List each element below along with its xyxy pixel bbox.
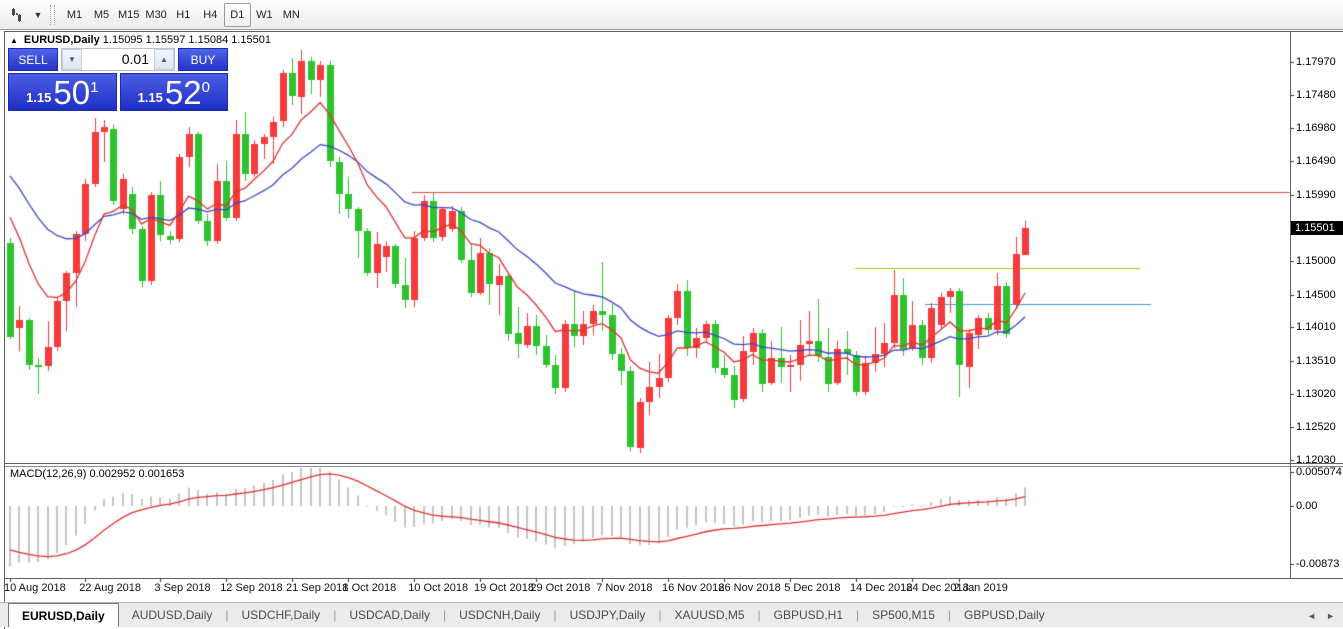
tab-scroll-left-icon[interactable]: ◄ <box>1307 611 1316 621</box>
date-axis-label: 19 Oct 2018 <box>474 582 534 594</box>
date-axis-label: 7 Nov 2018 <box>596 582 652 594</box>
buy-price-big: 52 <box>165 78 202 108</box>
price-axis-label: 1.15000 <box>1296 255 1336 267</box>
sell-price-sup: 1 <box>90 79 98 96</box>
volume-decrease-button[interactable]: ▼ <box>62 49 82 70</box>
price-axis-border <box>1290 31 1291 578</box>
price-axis-label: 1.16490 <box>1296 155 1336 167</box>
date-axis-border <box>5 578 1343 579</box>
sell-button[interactable]: SELL <box>8 48 58 71</box>
price-axis-label: 1.13020 <box>1296 388 1336 400</box>
date-axis-label: 29 Oct 2018 <box>530 582 590 594</box>
date-axis-label: 22 Aug 2018 <box>79 582 141 594</box>
macd-main-value: 0.002952 <box>89 468 135 480</box>
tab-scroll-right-icon[interactable]: ► <box>1326 611 1335 621</box>
collapse-triangle-icon[interactable]: ▲ <box>10 36 18 45</box>
macd-axis-label: -0.00873 <box>1296 558 1339 570</box>
date-axis-label: 5 Dec 2018 <box>784 582 840 594</box>
trading-app: ▼ M1M5M15M30H1H4D1W1MN ▲EURUSD,Daily 1.1… <box>0 0 1343 629</box>
chart-tab-gbpusd-h1[interactable]: GBPUSD,H1 <box>761 603 856 627</box>
volume-stepper: ▼ 0.01 ▲ <box>61 48 175 71</box>
price-axis-label: 1.14010 <box>1296 321 1336 333</box>
date-axis-label: 10 Oct 2018 <box>408 582 468 594</box>
chart-tab-audusd-daily[interactable]: AUDUSD,Daily <box>119 603 226 627</box>
chart-title: ▲ EURUSD,Daily 1.15095 1.15597 1.15084 1.… <box>10 34 271 46</box>
buy-button[interactable]: BUY <box>178 48 228 71</box>
macd-signal-value: 0.001653 <box>138 468 184 480</box>
main-macd-separator[interactable] <box>5 463 1343 464</box>
sell-price-big: 50 <box>53 78 90 108</box>
date-axis-label: 16 Nov 2018 <box>662 582 724 594</box>
chart-tab-gbpusd-daily[interactable]: GBPUSD,Daily <box>951 603 1058 627</box>
price-axis-label: 1.14500 <box>1296 289 1336 301</box>
chart-tab-xauusd-m5[interactable]: XAUUSD,M5 <box>662 603 758 627</box>
macd-name: MACD(12,26,9) <box>10 468 86 480</box>
macd-axis-label: 0.005074 <box>1296 466 1342 478</box>
price-axis-label: 1.12520 <box>1296 421 1336 433</box>
chart-tab-bar: EURUSD,DailyAUDUSD,Daily|USDCHF,Daily|US… <box>0 602 1343 627</box>
chart-tab-usdchf-daily[interactable]: USDCHF,Daily <box>229 603 334 627</box>
macd-axis-label: 0.00 <box>1296 500 1317 512</box>
buy-price-display[interactable]: 1.15 52 0 <box>120 73 229 111</box>
date-axis-label: 2 Jan 2019 <box>953 582 1007 594</box>
current-price-tag: 1.15501 <box>1291 221 1343 235</box>
volume-increase-button[interactable]: ▲ <box>154 49 174 70</box>
buy-price-prefix: 1.15 <box>138 90 163 105</box>
chart-symbol-period: EURUSD,Daily <box>24 34 100 46</box>
chart-tab-usdjpy-daily[interactable]: USDJPY,Daily <box>557 603 659 627</box>
volume-field[interactable]: 0.01 <box>82 49 154 70</box>
price-axis-label: 1.17480 <box>1296 89 1336 101</box>
price-axis-label: 1.17970 <box>1296 56 1336 68</box>
price-axis-label: 1.15990 <box>1296 189 1336 201</box>
date-axis-label: 14 Dec 2018 <box>850 582 912 594</box>
price-axis-label: 1.12030 <box>1296 454 1336 466</box>
date-axis-label: 21 Sep 2018 <box>286 582 348 594</box>
macd-indicator-label: MACD(12,26,9) 0.002952 0.001653 <box>10 468 184 480</box>
price-axis-label: 1.16980 <box>1296 122 1336 134</box>
sell-price-display[interactable]: 1.15 50 1 <box>8 73 117 111</box>
sell-price-prefix: 1.15 <box>26 90 51 105</box>
date-axis-label: 1 Oct 2018 <box>342 582 396 594</box>
date-axis-label: 3 Sep 2018 <box>154 582 210 594</box>
date-axis-label: 10 Aug 2018 <box>4 582 66 594</box>
chart-tab-sp500-m15[interactable]: SP500,M15 <box>859 603 948 627</box>
date-axis-label: 12 Sep 2018 <box>220 582 282 594</box>
tab-scroll-buttons: ◄ ► <box>1307 603 1335 628</box>
chart-tab-usdcad-daily[interactable]: USDCAD,Daily <box>336 603 443 627</box>
buy-price-sup: 0 <box>202 79 210 96</box>
chart-tab-eurusd-daily[interactable]: EURUSD,Daily <box>8 603 119 627</box>
one-click-trade-panel: SELL ▼ 0.01 ▲ BUY 1.15 50 1 1.15 52 0 <box>8 48 228 111</box>
chart-ohlc-values: 1.15095 1.15597 1.15084 1.15501 <box>103 34 271 46</box>
chart-tab-usdcnh-daily[interactable]: USDCNH,Daily <box>446 603 553 627</box>
date-axis-label: 26 Nov 2018 <box>718 582 780 594</box>
macd-panel-top-border <box>5 466 1343 467</box>
price-axis-label: 1.13510 <box>1296 355 1336 367</box>
